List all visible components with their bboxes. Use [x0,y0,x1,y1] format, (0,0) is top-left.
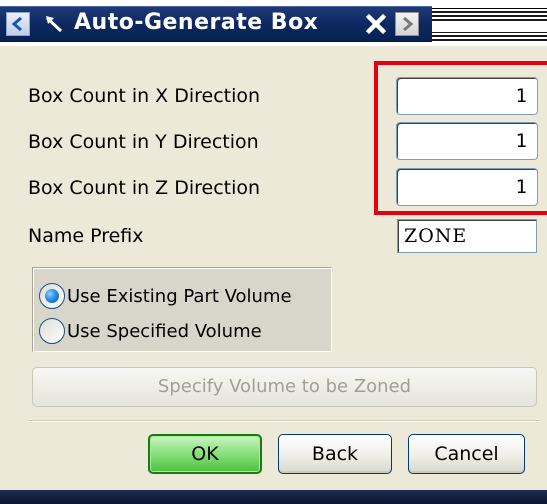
divider [28,420,540,422]
box-count-x-label: Box Count in X Direction [28,85,261,107]
cancel-button[interactable]: Cancel [408,434,525,474]
radio-existing-part-volume[interactable]: Use Existing Part Volume [39,281,292,311]
name-prefix-label: Name Prefix [28,225,144,247]
dialog-title: Auto-Generate Box [74,10,319,35]
radio-button-selected[interactable] [39,283,65,309]
radio-label-existing: Use Existing Part Volume [67,285,292,307]
ok-button[interactable]: OK [148,434,262,474]
box-count-y-label: Box Count in Y Direction [28,131,259,153]
close-icon[interactable] [362,10,390,38]
volume-option-group: Use Existing Part Volume Use Specified V… [32,267,332,352]
specify-volume-button[interactable]: Specify Volume to be Zoned [32,367,537,407]
chevron-right-icon[interactable] [395,12,419,36]
highlight-box [374,61,547,215]
bottom-bar [0,490,547,504]
title-bar-grip-gap [432,22,547,32]
radio-label-specified: Use Specified Volume [67,320,262,342]
radio-specified-volume[interactable]: Use Specified Volume [39,316,262,346]
title-bar: Auto-Generate Box [0,0,547,46]
radio-button-unselected[interactable] [39,318,65,344]
pin-arrow-icon[interactable] [42,12,66,36]
radio-dot-icon [45,289,59,303]
box-count-z-label: Box Count in Z Direction [28,177,261,199]
back-button[interactable]: Back [278,434,392,474]
chevron-left-icon[interactable] [6,12,30,36]
name-prefix-input[interactable]: ZONE [397,219,537,253]
